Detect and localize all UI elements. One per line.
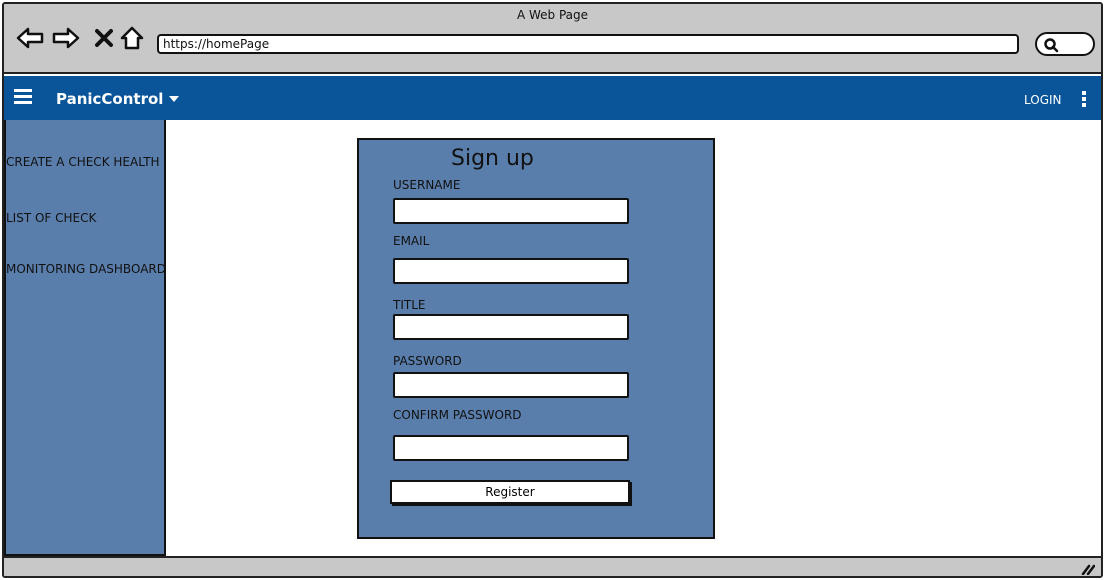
form-title: Sign up (451, 146, 534, 171)
email-label: EMAIL (393, 234, 430, 248)
register-button[interactable]: Register (390, 480, 630, 504)
title-label: TITLE (393, 298, 426, 312)
menu-icon[interactable] (14, 89, 32, 107)
brand-menu[interactable]: PanicControl (56, 90, 180, 108)
search-icon (1044, 38, 1059, 53)
email-input[interactable] (393, 258, 629, 284)
status-bar (4, 556, 1101, 576)
url-bar[interactable]: https://homePage (157, 34, 1019, 54)
signup-form: Sign up USERNAME EMAIL TITLE PASSWORD CO… (357, 138, 715, 539)
browser-toolbar: A Web Page https://homePage (4, 4, 1101, 74)
more-vertical-icon[interactable] (1082, 91, 1088, 107)
username-label: USERNAME (393, 178, 461, 192)
password-label: PASSWORD (393, 354, 462, 368)
app-header: PanicControl LOGIN (4, 76, 1101, 120)
title-input[interactable] (393, 314, 629, 340)
username-input[interactable] (393, 198, 629, 224)
login-link[interactable]: LOGIN (1024, 93, 1062, 107)
confirm-password-input[interactable] (393, 435, 629, 461)
back-icon[interactable] (16, 24, 44, 52)
forward-icon[interactable] (52, 24, 80, 52)
caret-down-icon (169, 96, 180, 102)
password-input[interactable] (393, 372, 629, 398)
confirm-password-label: CONFIRM PASSWORD (393, 408, 522, 422)
sidebar: CREATE A CHECK HEALTH LIST OF CHECK MONI… (4, 120, 166, 556)
close-icon[interactable] (90, 24, 118, 52)
sidebar-item-monitoring-dashboard[interactable]: MONITORING DASHBOARD (6, 262, 166, 276)
sidebar-item-list-of-check[interactable]: LIST OF CHECK (6, 211, 96, 225)
resize-grip-icon[interactable] (1081, 563, 1095, 575)
home-icon[interactable] (118, 24, 146, 52)
search-button[interactable] (1035, 32, 1095, 56)
browser-window: A Web Page https://homePage PanicControl… (2, 2, 1103, 578)
sidebar-item-create-check[interactable]: CREATE A CHECK HEALTH (6, 155, 160, 169)
window-title: A Web Page (516, 8, 589, 22)
brand-name: PanicControl (56, 90, 164, 108)
